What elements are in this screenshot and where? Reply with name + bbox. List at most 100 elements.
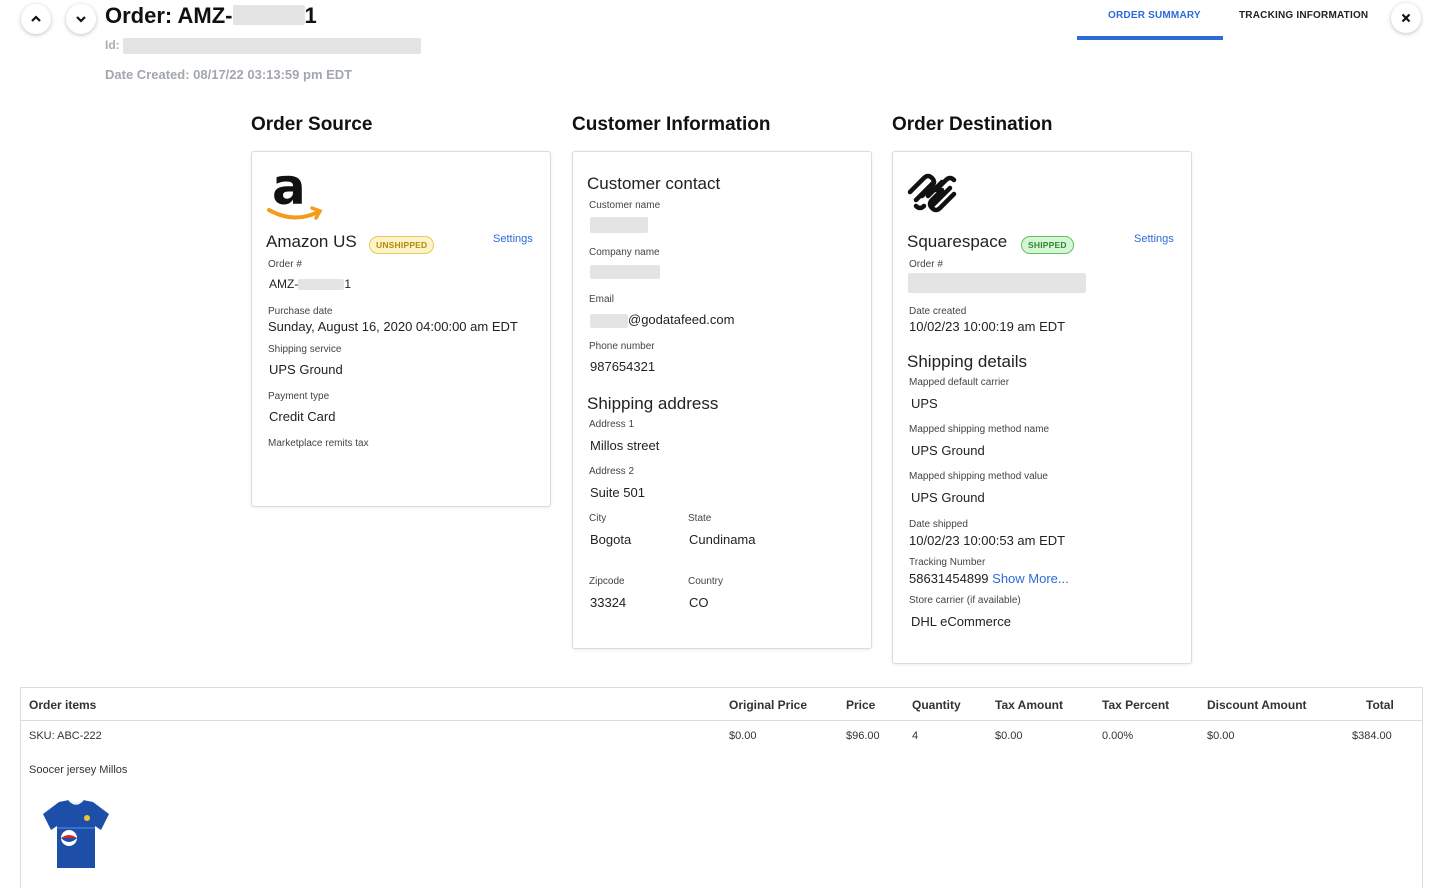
company-name-label: Company name	[589, 247, 660, 258]
item-quantity: 4	[912, 730, 919, 742]
customer-contact-heading: Customer contact	[587, 174, 721, 193]
order-source-heading: Order Source	[251, 114, 373, 135]
phone-number-label: Phone number	[589, 341, 655, 352]
close-button[interactable]	[1391, 3, 1421, 33]
tab-tracking-information[interactable]: TRACKING INFORMATION	[1239, 10, 1368, 21]
destination-order-number-label: Order #	[909, 259, 943, 270]
redacted-destination-order	[908, 273, 1086, 293]
destination-settings-link[interactable]: Settings	[1134, 233, 1174, 245]
next-order-button[interactable]	[66, 4, 96, 34]
payment-type: Credit Card	[269, 409, 336, 424]
date-shipped-label: Date shipped	[909, 519, 968, 530]
squarespace-logo	[906, 170, 964, 216]
email-label: Email	[589, 294, 615, 305]
svg-text:a: a	[272, 160, 306, 216]
city-label: City	[589, 513, 607, 524]
city: Bogota	[590, 532, 632, 547]
address1-label: Address 1	[589, 419, 635, 430]
default-carrier: UPS	[911, 396, 938, 411]
marketplace-remits-tax-label: Marketplace remits tax	[268, 438, 369, 449]
active-tab-indicator	[1077, 36, 1223, 40]
email-domain: @godatafeed.com	[628, 312, 735, 327]
shipping-details-heading: Shipping details	[907, 352, 1028, 371]
country: CO	[689, 595, 709, 610]
address2-label: Address 2	[589, 466, 635, 477]
source-order-number-label: Order #	[268, 259, 302, 270]
item-name: Soocer jersey Millos	[29, 764, 128, 776]
date-created: Date Created: 08/17/22 03:13:59 pm EDT	[105, 67, 353, 82]
header-price: Price	[846, 698, 876, 712]
address2: Suite 501	[590, 485, 645, 500]
close-icon	[1401, 13, 1411, 23]
header-tax-percent: Tax Percent	[1102, 698, 1170, 712]
zipcode-label: Zipcode	[589, 576, 625, 587]
customer-name-label: Customer name	[589, 200, 661, 211]
order-items-table: Order items Original Price Price Quantit…	[20, 687, 1423, 888]
order-title-prefix: Order: AMZ-	[105, 3, 233, 28]
status-badge: SHIPPED	[1021, 236, 1074, 254]
zipcode: 33324	[590, 595, 627, 610]
store-carrier-label: Store carrier (if available)	[909, 595, 1021, 606]
amazon-logo: a	[266, 158, 326, 222]
status-badge: UNSHIPPED	[369, 236, 435, 254]
method-name: UPS Ground	[911, 443, 985, 458]
tracking-number-row: 58631454899 Show More...	[909, 571, 1069, 586]
source-order-suffix: 1	[344, 277, 352, 291]
shipping-service: UPS Ground	[269, 362, 343, 377]
redacted-company-name	[590, 265, 660, 279]
destination-date-created: 10/02/23 10:00:19 am EDT	[909, 319, 1066, 334]
shipping-address-heading: Shipping address	[587, 394, 719, 413]
show-more-link[interactable]: Show More...	[992, 571, 1069, 586]
source-settings-link[interactable]: Settings	[493, 233, 533, 245]
purchase-date-label: Purchase date	[268, 306, 333, 317]
order-id-label: Id:	[105, 38, 120, 53]
redacted-order-number	[232, 5, 305, 26]
tracking-number: 58631454899	[909, 571, 989, 586]
shipping-service-label: Shipping service	[268, 344, 342, 355]
item-original-price: $0.00	[729, 730, 757, 742]
order-title-suffix: 1	[304, 3, 317, 28]
product-image	[39, 798, 113, 868]
purchase-date: Sunday, August 16, 2020 04:00:00 am EDT	[268, 319, 518, 334]
item-sku: SKU: ABC-222	[29, 730, 102, 742]
redacted-customer-name	[590, 217, 648, 233]
previous-order-button[interactable]	[21, 4, 51, 34]
table-header-divider	[21, 720, 1422, 721]
header-original-price: Original Price	[729, 698, 808, 712]
phone-number: 987654321	[590, 359, 656, 374]
tab-order-summary[interactable]: ORDER SUMMARY	[1108, 10, 1201, 21]
order-source-card: a Amazon US UNSHIPPED Settings Order # A…	[251, 151, 551, 507]
payment-type-label: Payment type	[268, 391, 330, 402]
tracking-number-label: Tracking Number	[909, 557, 986, 568]
chevron-up-icon	[31, 15, 41, 22]
state-label: State	[688, 513, 712, 524]
source-store-name: Amazon US	[266, 232, 357, 251]
item-tax-percent: 0.00%	[1102, 730, 1134, 742]
store-carrier: DHL eCommerce	[911, 614, 1011, 629]
header-order-items: Order items	[29, 698, 97, 712]
redacted-order-id	[123, 38, 422, 54]
default-carrier-label: Mapped default carrier	[909, 377, 1010, 388]
redacted-email-user	[590, 313, 628, 328]
redacted-source-order	[298, 279, 345, 291]
source-order-number: AMZ- 1	[269, 277, 351, 291]
method-value: UPS Ground	[911, 490, 985, 505]
method-value-label: Mapped shipping method value	[909, 471, 1048, 482]
customer-information-heading: Customer Information	[572, 114, 771, 135]
state: Cundinama	[689, 532, 756, 547]
destination-store-name: Squarespace	[907, 232, 1008, 251]
header-total: Total	[1366, 698, 1394, 712]
item-discount-amount: $0.00	[1207, 730, 1235, 742]
chevron-down-icon	[76, 16, 86, 23]
date-created-label: Date created	[909, 306, 967, 317]
order-destination-heading: Order Destination	[892, 114, 1053, 135]
country-label: Country	[688, 576, 724, 587]
header-tax-amount: Tax Amount	[995, 698, 1063, 712]
address1: Millos street	[590, 438, 660, 453]
customer-information-card: Customer contact Customer name Company n…	[572, 151, 872, 649]
header-discount-amount: Discount Amount	[1207, 698, 1307, 712]
item-price: $96.00	[846, 730, 880, 742]
item-tax-amount: $0.00	[995, 730, 1023, 742]
header-quantity: Quantity	[912, 698, 961, 712]
order-destination-card: Squarespace SHIPPED Settings Order # Dat…	[892, 151, 1192, 664]
